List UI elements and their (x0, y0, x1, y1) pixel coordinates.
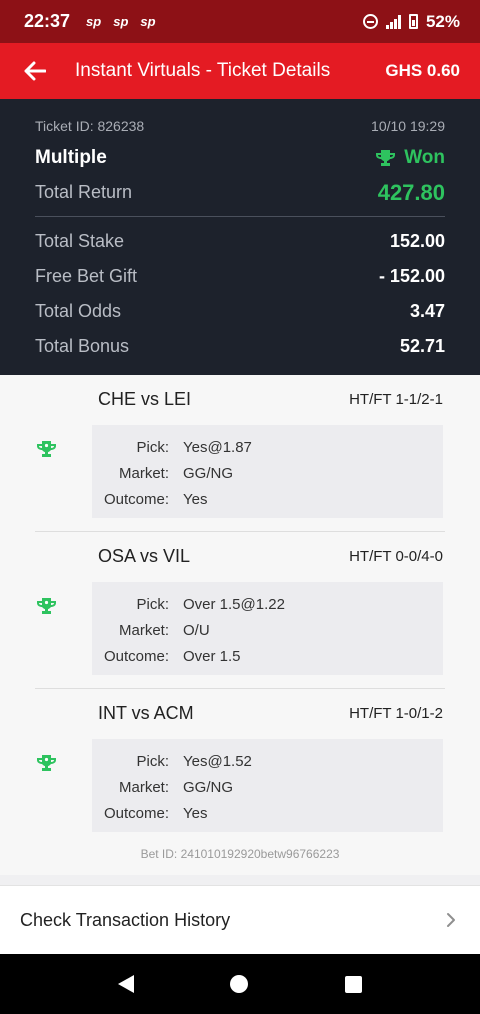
pick-value: Yes@1.52 (183, 752, 252, 770)
battery-percent: 52% (425, 11, 460, 31)
market-value: O/U (183, 621, 210, 639)
app-bar: Instant Virtuals - Ticket Details GHS 0.… (0, 43, 480, 99)
total-odds-label: Total Odds (35, 301, 122, 321)
ticket-type: Multiple (35, 147, 107, 168)
bet-score: HT/FT 0-0/4-0 (349, 548, 443, 565)
pick-label: Pick: (136, 438, 169, 456)
free-bet-value: - 152.00 (378, 266, 445, 286)
notification-icons: sp sp sp (86, 14, 156, 29)
bet-score: HT/FT 1-1/2-1 (349, 391, 443, 408)
status-bar: 22:37 sp sp sp 52% (0, 0, 480, 43)
history-label: Check Transaction History (20, 909, 231, 930)
bet-item: OSA vs VIL HT/FT 0-0/4-0 Pick: Over 1.5@1… (0, 532, 480, 689)
nav-back-icon[interactable] (118, 975, 135, 993)
outcome-value: Yes (183, 804, 208, 822)
trophy-icon (376, 150, 396, 166)
page-title: Instant Virtuals - Ticket Details (75, 60, 331, 81)
total-bonus-label: Total Bonus (35, 336, 130, 356)
free-bet-label: Free Bet Gift (35, 266, 138, 286)
section-gap (0, 875, 480, 885)
status-time: 22:37 (24, 11, 71, 31)
ticket-summary: Ticket ID: 826238 10/10 19:29 Multiple W… (0, 99, 480, 375)
bet-id: Bet ID: 241010192920betw96766223 (140, 847, 340, 861)
outcome-label: Outcome: (103, 647, 169, 665)
nav-home-icon[interactable] (230, 975, 249, 993)
trophy-icon (37, 755, 56, 771)
notification-icon: sp (140, 14, 156, 29)
bet-item: CHE vs LEI HT/FT 1-1/2-1 Pick: Yes@1.87 M… (0, 375, 480, 532)
trophy-icon (37, 598, 56, 614)
pick-value: Over 1.5@1.22 (183, 595, 285, 613)
ticket-datetime: 10/10 19:29 (371, 117, 445, 134)
market-label: Market: (118, 778, 169, 796)
pick-label: Pick: (136, 752, 169, 770)
bet-match: OSA vs VIL (98, 546, 191, 566)
bet-score: HT/FT 1-0/1-2 (349, 705, 443, 722)
ticket-status-label: Won (404, 147, 445, 168)
outcome-label: Outcome: (103, 490, 169, 508)
nav-recents-icon[interactable] (344, 975, 362, 993)
outcome-value: Over 1.5 (183, 647, 241, 665)
total-odds-value: 3.47 (409, 301, 445, 321)
check-transaction-history-button[interactable]: Check Transaction History (0, 885, 480, 954)
total-return-label: Total Return (35, 182, 133, 202)
bet-details: Pick: Yes@1.52 Market: GG/NG Outcome: Yes (92, 739, 443, 832)
notification-icon: sp (86, 14, 102, 29)
pick-label: Pick: (136, 595, 169, 613)
signal-icon (385, 14, 401, 29)
market-label: Market: (118, 621, 169, 639)
total-stake-label: Total Stake (35, 231, 125, 251)
arrow-left-icon[interactable] (22, 58, 48, 84)
bet-match: INT vs ACM (98, 703, 194, 723)
trophy-icon (37, 441, 56, 457)
bet-details: Pick: Yes@1.87 Market: GG/NG Outcome: Yes (92, 425, 443, 518)
total-bonus-value: 52.71 (399, 336, 445, 356)
market-label: Market: (118, 464, 169, 482)
bet-details: Pick: Over 1.5@1.22 Market: O/U Outcome: Ov… (92, 582, 443, 675)
bet-item: INT vs ACM HT/FT 1-0/1-2 Pick: Yes@1.52 M… (0, 689, 480, 846)
dnd-icon (362, 14, 378, 29)
pick-value: Yes@1.87 (183, 438, 252, 456)
battery-icon (408, 14, 418, 29)
notification-icon: sp (113, 14, 129, 29)
market-value: GG/NG (183, 778, 234, 796)
total-return-value: 427.80 (377, 179, 445, 205)
bet-list: CHE vs LEI HT/FT 1-1/2-1 Pick: Yes@1.87 M… (0, 375, 480, 875)
ticket-id: Ticket ID: 826238 (35, 117, 145, 134)
ticket-status: Won (376, 147, 445, 169)
total-stake-value: 152.00 (389, 231, 445, 251)
system-nav-bar (0, 954, 480, 1014)
outcome-value: Yes (183, 490, 208, 508)
chevron-right-icon (447, 913, 455, 927)
account-balance: GHS 0.60 (385, 61, 460, 80)
market-value: GG/NG (183, 464, 234, 482)
outcome-label: Outcome: (103, 804, 169, 822)
bet-match: CHE vs LEI (98, 389, 192, 409)
